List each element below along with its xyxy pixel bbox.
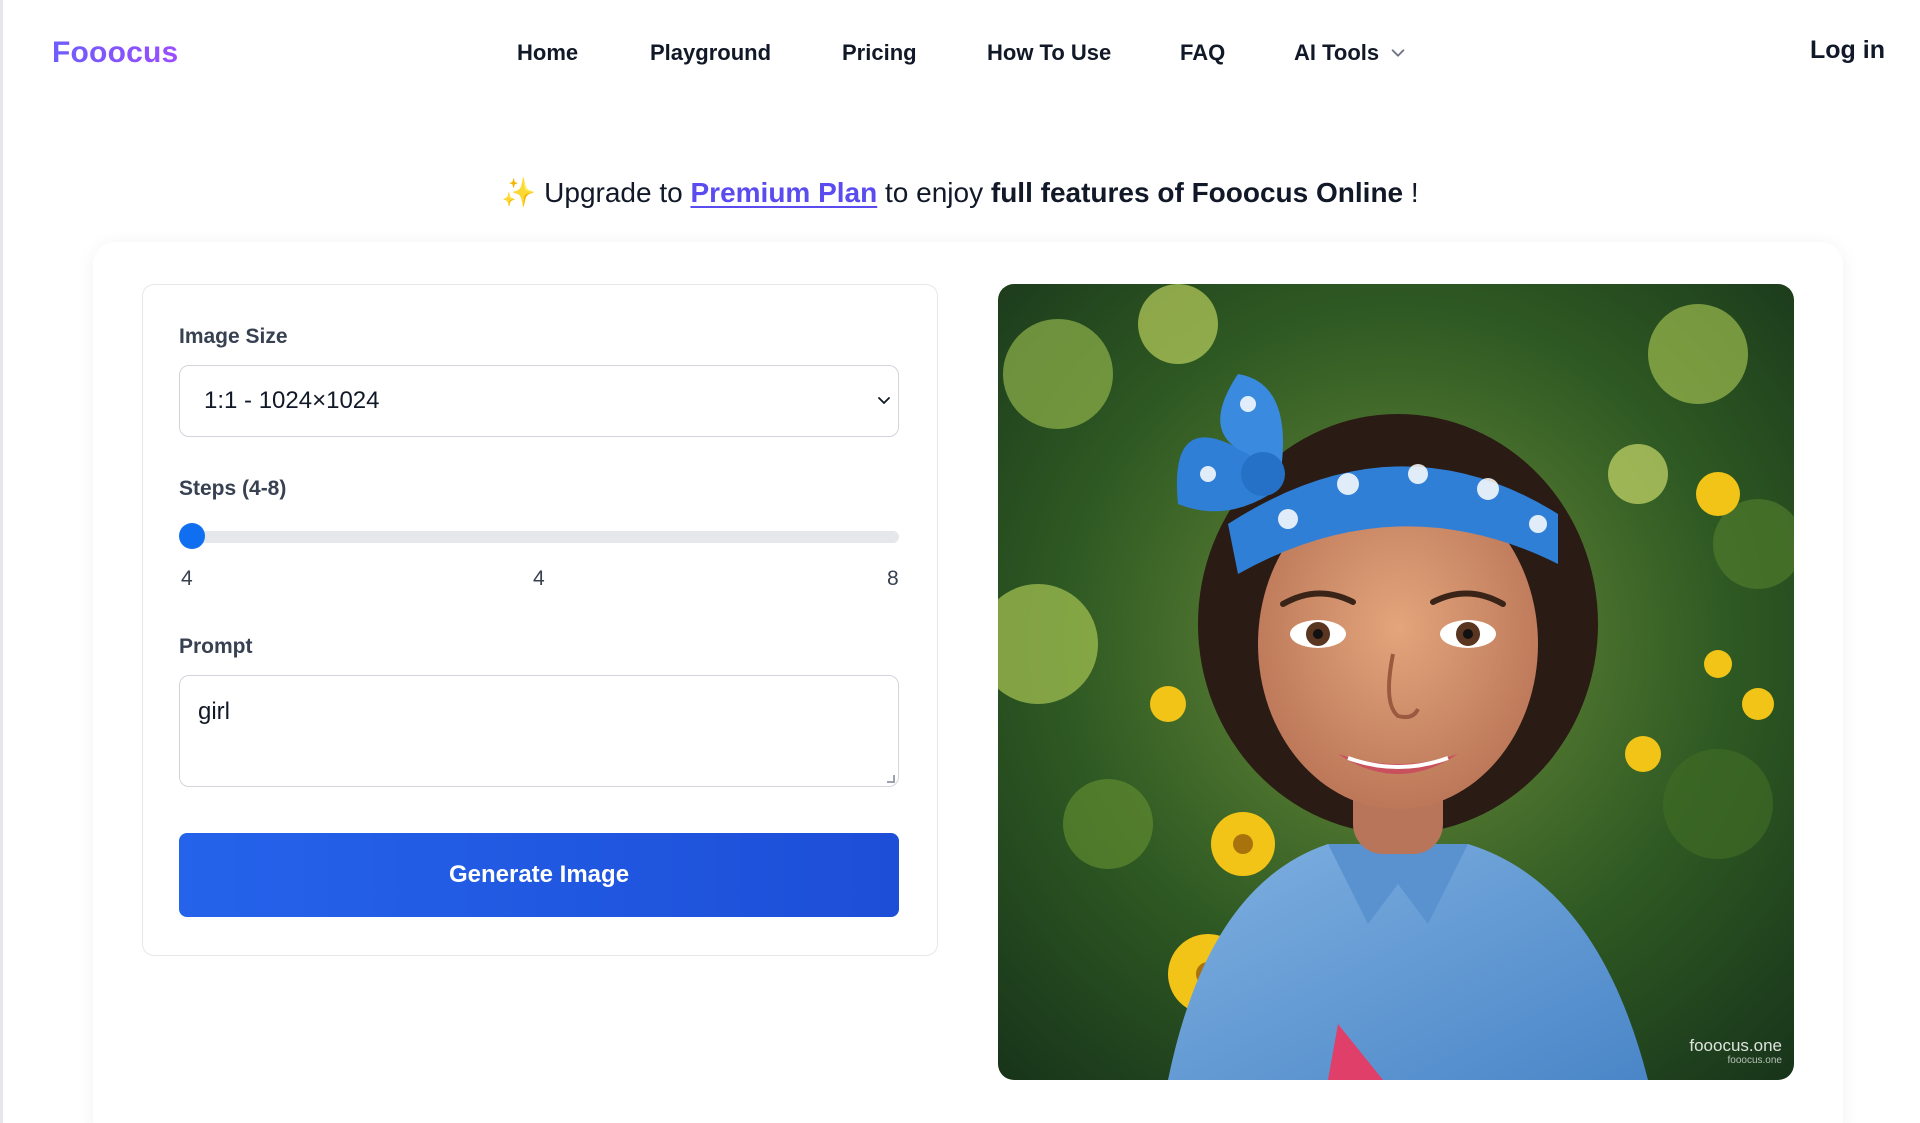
watermark-text: fooocus.one: [1689, 1036, 1782, 1055]
chevron-down-icon: [1391, 49, 1405, 57]
image-size-value: 1:1 - 1024×1024: [204, 387, 380, 414]
nav-playground[interactable]: Playground: [650, 40, 771, 66]
resize-handle-icon[interactable]: [887, 775, 895, 783]
banner-prefix: Upgrade to: [544, 177, 683, 208]
steps-slider-track[interactable]: [179, 531, 899, 543]
main-nav: Home Playground Pricing How To Use FAQ A…: [0, 40, 1920, 70]
watermark-small-text: fooocus.one: [1727, 1055, 1783, 1066]
nav-how-to-use[interactable]: How To Use: [987, 40, 1111, 66]
chevron-down-icon: [878, 397, 890, 404]
nav-pricing[interactable]: Pricing: [842, 40, 917, 66]
settings-panel: Image Size 1:1 - 1024×1024 Steps (4-8) 4…: [142, 284, 938, 956]
nav-faq[interactable]: FAQ: [1180, 40, 1225, 66]
banner-suffix: !: [1410, 177, 1419, 208]
generate-image-button[interactable]: Generate Image: [179, 833, 899, 917]
site-header: Fooocus Home Playground Pricing How To U…: [0, 0, 1920, 106]
upgrade-banner: ✨ Upgrade to Premium Plan to enjoy full f…: [0, 176, 1920, 209]
image-size-select[interactable]: 1:1 - 1024×1024: [179, 365, 899, 437]
watermark: fooocus.one fooocus.one: [1689, 1037, 1782, 1066]
generated-image: fooocus.one fooocus.one: [998, 284, 1794, 1080]
steps-current-value: 4: [533, 567, 545, 590]
prompt-textarea[interactable]: girl: [179, 675, 899, 787]
banner-middle: to enjoy: [885, 177, 984, 208]
steps-slider-thumb[interactable]: [179, 523, 205, 549]
window-edge: [0, 0, 3, 1123]
premium-plan-link[interactable]: Premium Plan: [691, 177, 878, 208]
steps-min-label: 4: [181, 567, 193, 590]
nav-ai-tools[interactable]: AI Tools: [1294, 40, 1407, 66]
steps-label: Steps (4-8): [179, 477, 287, 500]
prompt-label: Prompt: [179, 635, 253, 658]
login-link[interactable]: Log in: [1810, 36, 1885, 65]
nav-home[interactable]: Home: [517, 40, 578, 66]
banner-bold-text: full features of Fooocus Online: [990, 177, 1404, 208]
image-size-label: Image Size: [179, 325, 288, 348]
steps-max-label: 8: [887, 567, 899, 590]
sparkle-icon: ✨: [501, 177, 537, 208]
portrait-illustration: [998, 284, 1794, 1080]
nav-ai-tools-label: AI Tools: [1294, 40, 1380, 65]
prompt-value: girl: [198, 698, 231, 725]
